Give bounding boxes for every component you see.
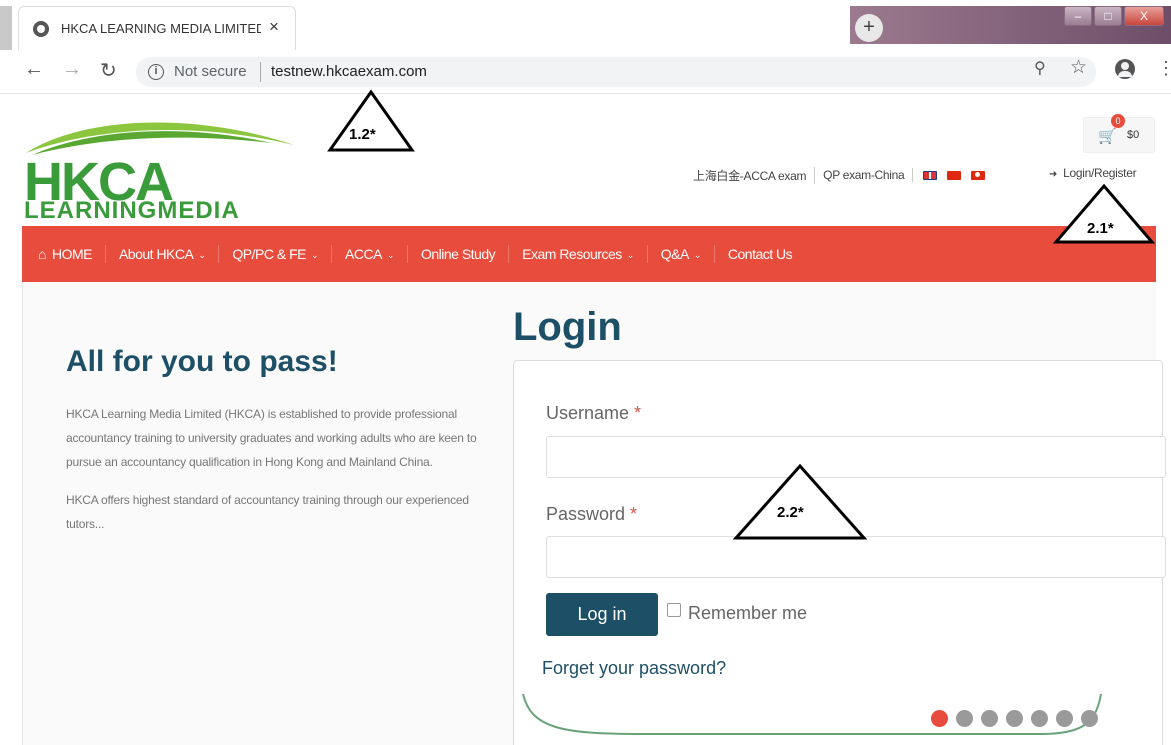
logo-subtitle: LEARNINGMEDIA [24,197,240,224]
cart-icon: 🛒 [1098,128,1117,145]
slider-dot[interactable] [1031,710,1048,727]
back-arrow-icon[interactable]: ← [24,58,44,81]
required-mark: * [630,504,638,524]
chevron-down-icon: ⌄ [198,250,206,261]
slider-dot[interactable] [931,710,948,727]
profile-icon[interactable] [1115,59,1135,79]
intro-section: All for you to pass! HKCA Learning Media… [66,342,496,550]
intro-paragraph: HKCA Learning Media Limited (HKCA) is es… [66,407,477,469]
nav-label: HOME [51,246,93,262]
reload-icon[interactable]: ↻ [100,58,117,83]
nav-item-about[interactable]: About HKCA ⌄ [106,245,220,263]
info-icon[interactable]: i [148,64,164,80]
password-label: Password * [546,504,637,525]
nav-item-acca[interactable]: ACCA ⌄ [332,245,408,263]
nav-item-qa[interactable]: Q&A ⌄ [648,245,715,263]
login-register-link[interactable]: ➜ Login/Register [1049,166,1137,180]
window-controls: – □ X [1064,6,1166,28]
top-links: 上海白金-ACCA exam QP exam-China [693,166,986,184]
page: HKCA LEARNING MEDIA LIMITED × + – □ X ← … [0,0,1171,745]
nav-label: Exam Resources [522,246,622,262]
minimize-button[interactable]: – [1064,6,1092,26]
maximize-button[interactable]: □ [1094,6,1122,26]
remember-me-checkbox[interactable] [667,603,681,617]
login-heading: Login [513,305,622,349]
annotation-triangle [732,463,868,540]
nav-item-qp-pc-fe[interactable]: QP/PC & FE ⌄ [219,245,333,263]
globe-icon [33,21,49,37]
password-label-text: Password [546,504,626,524]
chevron-down-icon: ⌄ [386,250,395,261]
nav-label: Q&A [660,246,690,262]
top-link-qp-exam[interactable]: QP exam-China [815,168,914,182]
nav-item-exam-resources[interactable]: Exam Resources ⌄ [509,245,648,263]
slider-dot[interactable] [1081,710,1098,727]
forward-arrow-icon[interactable]: → [62,58,82,81]
nav-label: ACCA [345,246,382,262]
image-slider [521,694,1116,745]
top-link-acca-exam[interactable]: 上海白金-ACCA exam [693,166,816,184]
sign-in-icon: ➜ [1049,169,1058,180]
slider-dot[interactable] [956,710,973,727]
china-flag-icon[interactable] [947,170,962,180]
forgot-password-link[interactable]: Forget your password? [542,658,726,679]
cart-count-badge: 0 [1111,114,1125,128]
slider-dot[interactable] [1006,710,1023,727]
annotation-label: 2.2* [777,504,804,521]
main-navigation: ⌂ HOME About HKCA ⌄ QP/PC & FE ⌄ ACCA ⌄ Onli… [22,226,1156,282]
nav-label: Online Study [420,246,496,262]
chevron-down-icon: ⌄ [310,250,319,261]
zoom-icon[interactable]: ⚲ [1034,58,1046,78]
titlebar-edge [0,6,12,50]
nav-item-home[interactable]: ⌂ HOME [36,245,106,263]
slider-dot[interactable] [981,710,998,727]
slider-dots [931,710,1106,727]
divider [260,62,261,82]
intro-paragraph-2: HKCA offers highest standard of accounta… [66,493,469,531]
nav-label: About HKCA [118,246,194,262]
security-label[interactable]: Not secure [174,63,247,80]
username-label-text: Username [546,403,630,423]
browser-toolbar: ← → ↻ i Not secure testnew.hkcaexam.com … [0,50,1171,94]
address-bar[interactable]: i Not secure testnew.hkcaexam.com [136,57,1096,87]
remember-me-label[interactable]: Remember me [688,603,807,624]
bookmark-star-icon[interactable]: ☆ [1070,56,1087,79]
chevron-down-icon: ⌄ [626,250,635,261]
intro-title: All for you to pass! [66,345,338,378]
nav-item-online-study[interactable]: Online Study [408,245,510,263]
new-tab-button[interactable]: + [855,14,883,42]
cart-amount: $0 [1127,129,1140,141]
browser-tab[interactable]: HKCA LEARNING MEDIA LIMITED × [18,6,296,50]
browser-tab-bar: HKCA LEARNING MEDIA LIMITED × + – □ X [0,0,1171,50]
login-button[interactable]: Log in [546,593,658,636]
hongkong-flag-icon[interactable] [971,170,986,180]
nav-label: Contact Us [727,246,793,262]
uk-flag-icon[interactable] [923,170,938,180]
cart-button[interactable]: 🛒 0 $0 [1083,114,1155,153]
login-register-label: Login/Register [1063,166,1137,180]
window-close-button[interactable]: X [1124,6,1164,26]
annotation-triangle [327,89,415,152]
site-header: HKCA LEARNINGMEDIA 🛒 0 $0 上海白金-ACCA exam… [0,95,1171,226]
chevron-down-icon: ⌄ [693,250,702,261]
nav-item-contact[interactable]: Contact Us [715,245,805,263]
annotation-label: 1.2* [349,126,376,143]
required-mark: * [634,403,642,423]
username-label: Username * [546,403,641,424]
annotation-label: 2.1* [1087,220,1114,237]
home-icon: ⌂ [38,246,46,262]
tab-title: HKCA LEARNING MEDIA LIMITED [61,21,261,36]
menu-kebab-icon[interactable]: ⋮ [1157,58,1171,79]
login-form: Username * Password * Log in Remember me… [513,360,1166,745]
logo-swoosh-icon [26,122,294,155]
slider-dot[interactable] [1056,710,1073,727]
close-icon[interactable]: × [269,17,279,37]
url-text[interactable]: testnew.hkcaexam.com [271,63,427,80]
hkca-logo[interactable]: HKCA LEARNINGMEDIA [22,113,302,223]
nav-label: QP/PC & FE [232,246,306,262]
main-content: All for you to pass! HKCA Learning Media… [22,282,1166,745]
